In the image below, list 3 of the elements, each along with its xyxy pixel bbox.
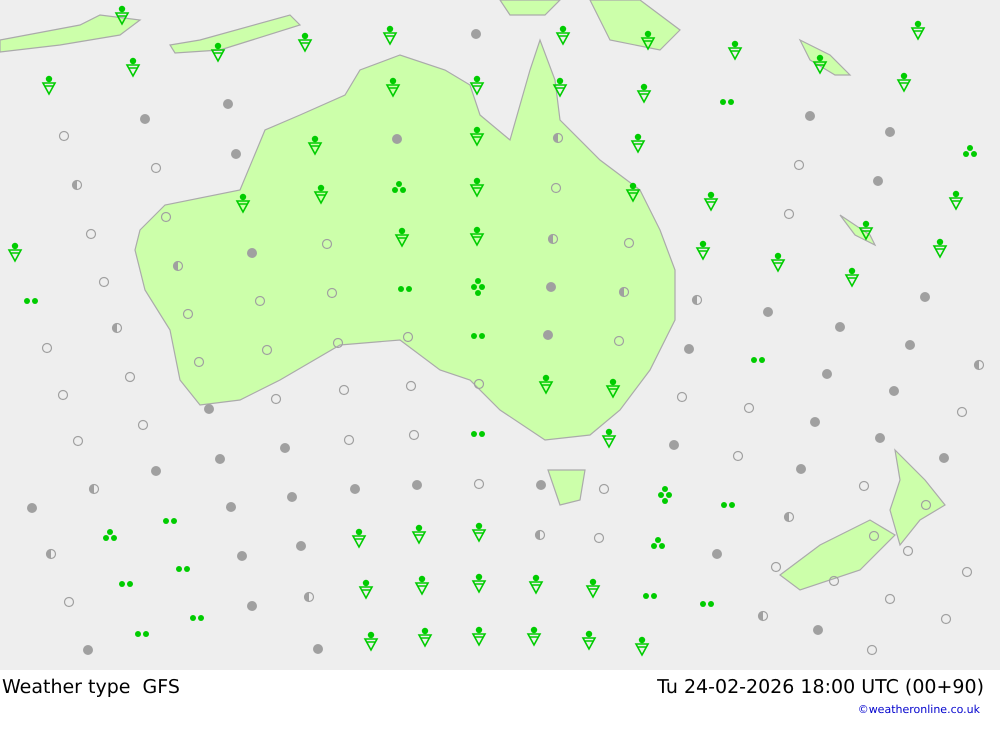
valid-time: Tu 24-02-2026 18:00 UTC (00+90) [657, 676, 985, 698]
map-title: Weather type GFS [2, 676, 180, 698]
credit-link[interactable]: ©weatheronline.co.uk [858, 702, 980, 718]
